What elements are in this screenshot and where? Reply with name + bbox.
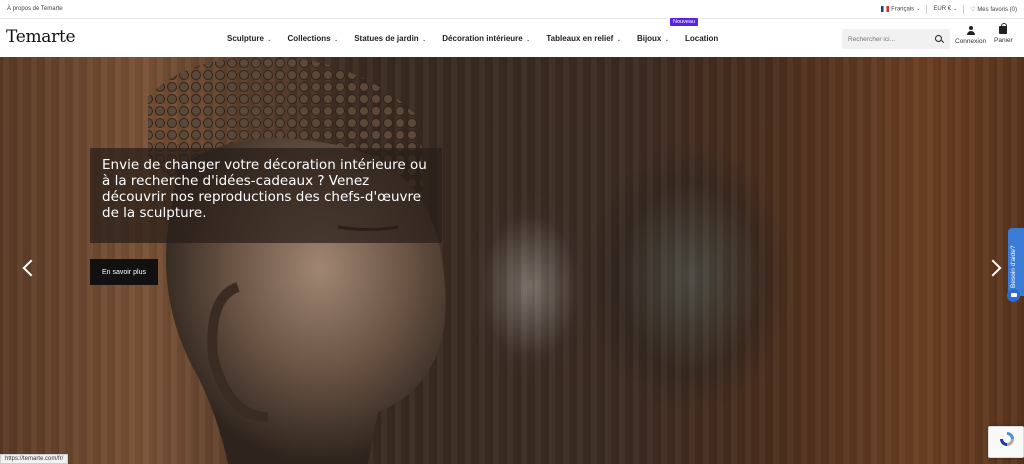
search-box bbox=[842, 29, 950, 49]
main-nav: Sculpture ⌄ Collections ⌄ Statues de jar… bbox=[227, 19, 734, 57]
recaptcha-badge[interactable] bbox=[988, 426, 1024, 458]
about-link[interactable]: À propos de Temarte bbox=[7, 6, 63, 12]
cart-button[interactable]: Panier bbox=[994, 23, 1013, 44]
status-bar-url: https://temarte.com/fr/ bbox=[0, 454, 69, 464]
site-logo[interactable]: Temarte bbox=[6, 27, 76, 47]
nav-item-bijoux[interactable]: Bijoux ⌄ bbox=[637, 34, 669, 43]
favorites-link[interactable]: ♡ Mes favoris (0) bbox=[970, 6, 1017, 13]
chevron-down-icon: ⌄ bbox=[420, 36, 427, 43]
login-button[interactable]: Connexion bbox=[955, 26, 986, 45]
chevron-down-icon: ⌄ bbox=[524, 36, 531, 43]
french-flag-icon bbox=[881, 5, 890, 12]
hero-caption-text: Envie de changer votre décoration intéri… bbox=[102, 157, 427, 221]
slider-next-arrow-icon[interactable] bbox=[988, 257, 1002, 281]
chevron-down-icon: ⌄ bbox=[265, 36, 272, 43]
top-bar: À propos de Temarte Français ⌄ EUR € ⌄ ♡ M… bbox=[0, 0, 1024, 19]
divider bbox=[963, 4, 965, 14]
nav-item-decoration-interieure[interactable]: Décoration intérieure ⌄ bbox=[442, 34, 530, 43]
slider-prev-arrow-icon[interactable] bbox=[20, 257, 34, 281]
chevron-down-icon: ⌄ bbox=[332, 36, 339, 43]
chevron-down-icon: ⌄ bbox=[953, 6, 958, 12]
buddha-statue-image bbox=[148, 57, 446, 464]
new-badge: Nouveau bbox=[670, 18, 699, 26]
recaptcha-icon bbox=[1000, 432, 1014, 446]
nav-item-collections[interactable]: Collections ⌄ bbox=[288, 34, 339, 43]
currency-selector[interactable]: EUR € ⌄ bbox=[933, 6, 957, 12]
search-icon[interactable] bbox=[934, 34, 944, 44]
divider bbox=[926, 4, 928, 14]
chat-bubble-icon[interactable] bbox=[1007, 289, 1020, 302]
hero-slider: Envie de changer votre décoration intéri… bbox=[0, 57, 1024, 464]
learn-more-button[interactable]: En savoir plus bbox=[90, 259, 158, 285]
hero-caption: Envie de changer votre décoration intéri… bbox=[90, 148, 442, 243]
language-selector[interactable]: Français ⌄ bbox=[881, 5, 921, 13]
chevron-down-icon: ⌄ bbox=[615, 36, 621, 43]
nav-item-statues-de-jardin[interactable]: Statues de jardin ⌄ bbox=[354, 34, 426, 43]
nav-item-sculpture[interactable]: Sculpture ⌄ bbox=[227, 34, 272, 43]
chevron-down-icon: ⌄ bbox=[916, 6, 921, 13]
nav-item-tableaux-en-relief[interactable]: Tableaux en relief ⌄ bbox=[546, 34, 621, 43]
shopping-bag-icon bbox=[999, 23, 1008, 34]
help-tab[interactable]: Besoin d'aide? bbox=[1008, 228, 1024, 296]
nav-item-location[interactable]: Location bbox=[685, 34, 718, 43]
search-input[interactable] bbox=[848, 35, 932, 43]
chevron-down-icon: ⌄ bbox=[663, 36, 669, 43]
user-icon bbox=[966, 26, 975, 35]
top-bar-right: Français ⌄ EUR € ⌄ ♡ Mes favoris (0) bbox=[881, 4, 1017, 14]
